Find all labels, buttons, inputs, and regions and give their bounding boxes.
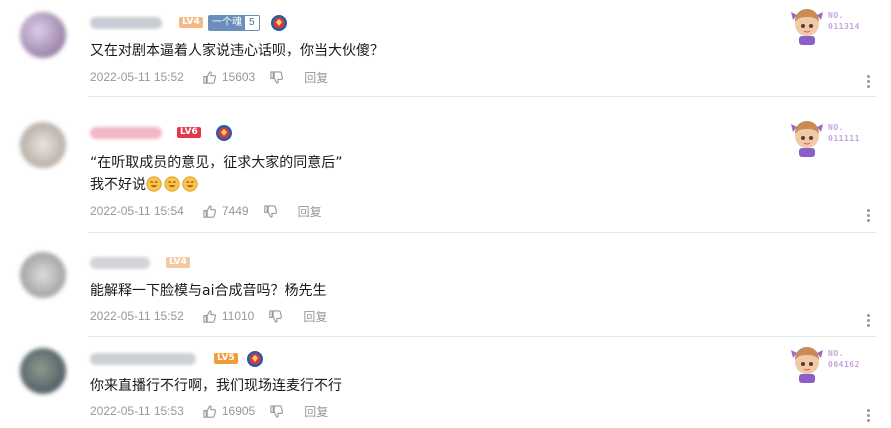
like-count: 11010 xyxy=(221,309,255,323)
like-button[interactable]: 7449 xyxy=(202,204,249,219)
reply-button[interactable]: 回复 xyxy=(304,403,328,420)
level-badge: LV4 xyxy=(166,257,190,268)
comment-text-line-2: 我不好说 xyxy=(90,177,146,193)
level-badge: LV4 xyxy=(179,17,203,28)
avatar[interactable] xyxy=(20,252,66,298)
like-count: 15603 xyxy=(221,70,256,84)
gift-medal-icon xyxy=(246,350,264,368)
username-blurred[interactable] xyxy=(90,127,162,139)
medal-icon xyxy=(215,124,233,142)
comment-time: 2022-05-11 15:54 xyxy=(90,204,184,218)
thumb-down-icon xyxy=(269,404,284,419)
smile-emoji-icon xyxy=(164,176,180,192)
avatar[interactable] xyxy=(20,12,66,58)
dislike-button[interactable] xyxy=(269,404,284,419)
level-badge: LV6 xyxy=(177,127,201,138)
fan-card-mascot-icon xyxy=(790,6,824,46)
more-options-icon[interactable] xyxy=(867,75,871,88)
smile-emoji-icon xyxy=(146,176,162,192)
username-blurred[interactable] xyxy=(90,17,162,29)
fan-card-number: NO. 011314 xyxy=(828,11,860,31)
comment-meta: 2022-05-11 15:52 11010 回复 xyxy=(90,307,327,325)
username-blurred[interactable] xyxy=(90,257,150,269)
fan-card-number: NO. 004162 xyxy=(828,349,860,369)
level-badge: LV5 xyxy=(214,353,238,364)
fan-card-mascot-icon xyxy=(790,344,824,384)
thumb-up-icon xyxy=(202,309,217,324)
avatar[interactable] xyxy=(20,348,66,394)
divider xyxy=(88,232,876,233)
fan-medal-badge[interactable]: 一个魂 5 xyxy=(208,15,260,31)
comment-time: 2022-05-11 15:52 xyxy=(90,309,184,323)
fan-card[interactable]: NO. 011111 xyxy=(790,118,880,158)
medal-icon xyxy=(270,14,288,32)
like-count: 7449 xyxy=(221,204,249,218)
comment-time: 2022-05-11 15:53 xyxy=(90,404,184,418)
comment-text-line: 我不好说 xyxy=(90,174,343,196)
like-count: 16905 xyxy=(221,404,256,418)
comment-time: 2022-05-11 15:52 xyxy=(90,70,184,84)
comment-meta: 2022-05-11 15:52 15603 回复 xyxy=(90,68,328,86)
like-button[interactable]: 16905 xyxy=(202,404,255,419)
comment-text: “在听取成员的意见，征求大家的同意后” 我不好说 xyxy=(90,152,343,196)
fan-medal-level: 5 xyxy=(249,17,255,28)
more-options-icon[interactable] xyxy=(867,314,871,327)
thumb-down-icon xyxy=(268,309,283,324)
divider xyxy=(88,96,876,97)
thumb-down-icon xyxy=(269,70,284,85)
reply-button[interactable]: 回复 xyxy=(298,203,322,220)
dislike-button[interactable] xyxy=(263,204,278,219)
like-button[interactable]: 11010 xyxy=(202,309,254,324)
more-options-icon[interactable] xyxy=(867,209,871,222)
username-blurred[interactable] xyxy=(90,353,196,365)
avatar[interactable] xyxy=(20,122,66,168)
fan-card-number: NO. 011111 xyxy=(828,123,860,143)
fan-card[interactable]: NO. 011314 xyxy=(790,6,880,46)
thumb-up-icon xyxy=(202,204,217,219)
comment-text: 又在对剧本逼着人家说违心话呗，你当大伙傻？ xyxy=(90,43,384,59)
smile-emoji-icon xyxy=(182,176,198,192)
comment-text: 能解释一下脸模与ai合成音吗？杨先生 xyxy=(90,283,327,299)
comment-meta: 2022-05-11 15:53 16905 回复 xyxy=(90,402,328,420)
like-button[interactable]: 15603 xyxy=(202,70,255,85)
thumb-up-icon xyxy=(202,70,217,85)
fan-card-mascot-icon xyxy=(790,118,824,158)
thumb-up-icon xyxy=(202,404,217,419)
fan-card[interactable]: NO. 004162 xyxy=(790,344,880,384)
thumb-down-icon xyxy=(263,204,278,219)
divider xyxy=(88,336,876,337)
reply-button[interactable]: 回复 xyxy=(303,308,327,325)
dislike-button[interactable] xyxy=(269,70,284,85)
reply-button[interactable]: 回复 xyxy=(304,69,328,86)
fan-medal-name: 一个魂 xyxy=(209,16,245,30)
comment-meta: 2022-05-11 15:54 7449 回复 xyxy=(90,202,322,220)
dislike-button[interactable] xyxy=(268,309,283,324)
comment-text: 你来直播行不行啊，我们现场连麦行不行 xyxy=(90,378,342,394)
comment-text-line: “在听取成员的意见，征求大家的同意后” xyxy=(90,155,343,171)
more-options-icon[interactable] xyxy=(867,409,871,422)
